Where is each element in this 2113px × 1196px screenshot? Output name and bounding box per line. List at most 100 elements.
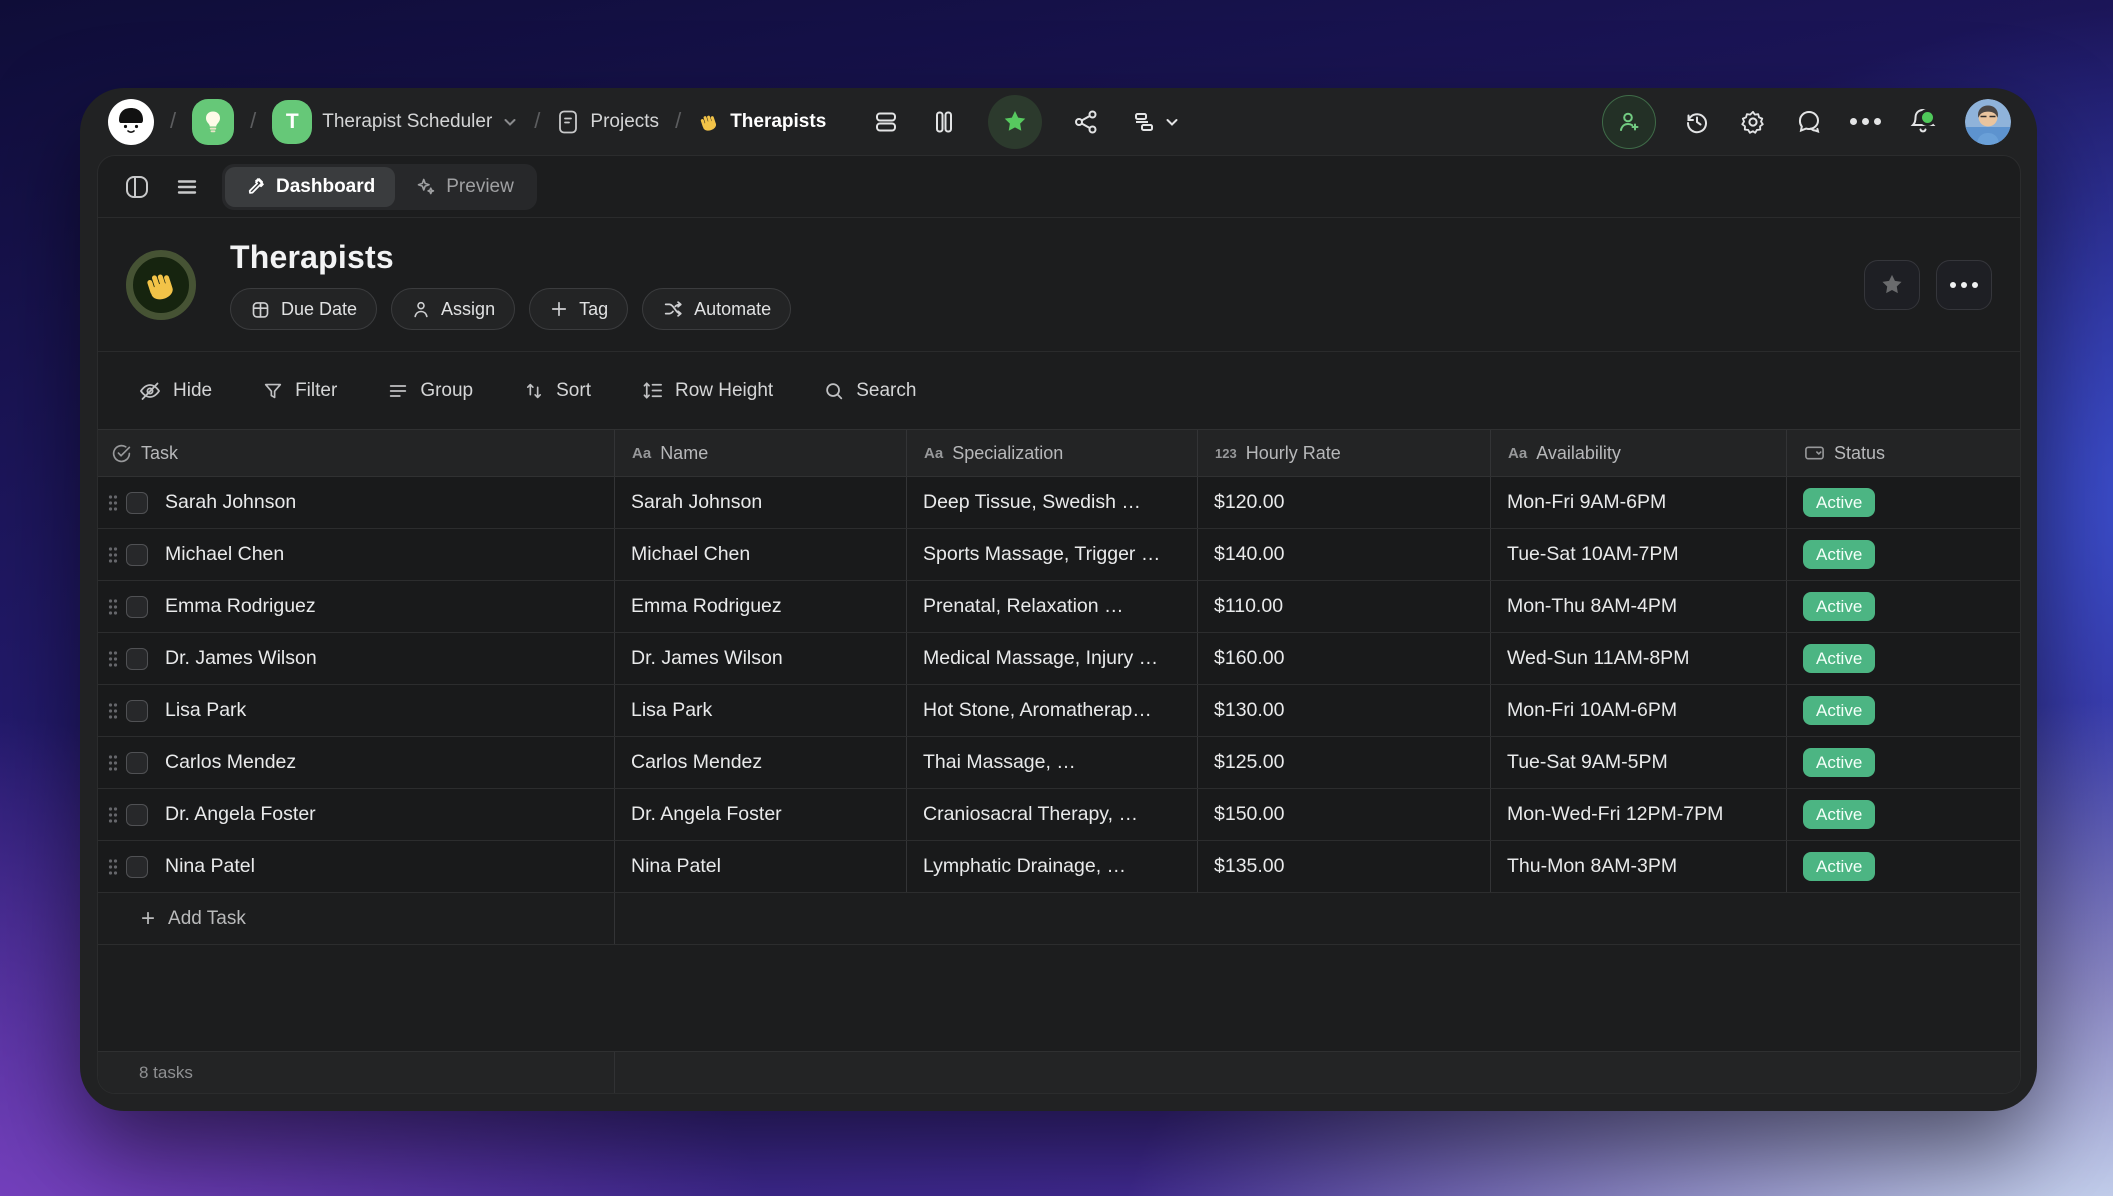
task-cell[interactable]: Emma Rodriguez — [98, 581, 615, 632]
task-cell[interactable]: Lisa Park — [98, 685, 615, 736]
task-checkbox[interactable] — [126, 856, 148, 878]
specialization-cell[interactable]: Deep Tissue, Swedish … — [907, 477, 1198, 528]
task-checkbox[interactable] — [126, 700, 148, 722]
name-cell[interactable]: Lisa Park — [615, 685, 907, 736]
availability-cell[interactable]: Mon-Fri 9AM-6PM — [1491, 477, 1787, 528]
group-button[interactable]: Group — [387, 380, 473, 402]
column-header-availability[interactable]: Aa Availability — [1491, 430, 1787, 476]
task-cell[interactable]: Dr. Angela Foster — [98, 789, 615, 840]
specialization-cell[interactable]: Sports Massage, Trigger … — [907, 529, 1198, 580]
table-row[interactable]: Sarah Johnson Sarah Johnson Deep Tissue,… — [98, 477, 2020, 529]
task-checkbox[interactable] — [126, 648, 148, 670]
status-cell[interactable]: Active — [1787, 477, 2020, 528]
status-cell[interactable]: Active — [1787, 685, 2020, 736]
task-cell[interactable]: Michael Chen — [98, 529, 615, 580]
table-row[interactable]: Michael Chen Michael Chen Sports Massage… — [98, 529, 2020, 581]
drag-handle-icon[interactable] — [106, 805, 120, 825]
add-task-row[interactable]: + Add Task — [98, 893, 2020, 945]
tab-preview[interactable]: Preview — [395, 167, 534, 207]
specialization-cell[interactable]: Craniosacral Therapy, … — [907, 789, 1198, 840]
assign-button[interactable]: Assign — [391, 288, 515, 330]
status-cell[interactable]: Active — [1787, 789, 2020, 840]
specialization-cell[interactable]: Lymphatic Drainage, … — [907, 841, 1198, 892]
filter-button[interactable]: Filter — [262, 380, 337, 402]
status-cell[interactable]: Active — [1787, 737, 2020, 788]
table-row[interactable]: Dr. James Wilson Dr. James Wilson Medica… — [98, 633, 2020, 685]
app-logo[interactable] — [108, 99, 154, 145]
name-cell[interactable]: Emma Rodriguez — [615, 581, 907, 632]
drag-handle-icon[interactable] — [106, 545, 120, 565]
table-row[interactable]: Nina Patel Nina Patel Lymphatic Drainage… — [98, 841, 2020, 893]
column-header-name[interactable]: Aa Name — [615, 430, 907, 476]
columns-layout-icon[interactable] — [930, 108, 958, 136]
task-checkbox[interactable] — [126, 804, 148, 826]
task-checkbox[interactable] — [126, 492, 148, 514]
breadcrumb-workspace[interactable]: T Therapist Scheduler — [272, 100, 518, 144]
specialization-cell[interactable]: Medical Massage, Injury … — [907, 633, 1198, 684]
row-height-button[interactable]: Row Height — [641, 379, 773, 402]
availability-cell[interactable]: Mon-Thu 8AM-4PM — [1491, 581, 1787, 632]
specialization-cell[interactable]: Thai Massage, … — [907, 737, 1198, 788]
availability-cell[interactable]: Mon-Wed-Fri 12PM-7PM — [1491, 789, 1787, 840]
drag-handle-icon[interactable] — [106, 597, 120, 617]
availability-cell[interactable]: Tue-Sat 10AM-7PM — [1491, 529, 1787, 580]
drag-handle-icon[interactable] — [106, 857, 120, 877]
gear-icon[interactable] — [1738, 107, 1768, 137]
chevron-down-icon[interactable] — [502, 114, 518, 130]
drag-handle-icon[interactable] — [106, 753, 120, 773]
task-checkbox[interactable] — [126, 544, 148, 566]
table-row[interactable]: Lisa Park Lisa Park Hot Stone, Aromather… — [98, 685, 2020, 737]
drag-handle-icon[interactable] — [106, 701, 120, 721]
specialization-cell[interactable]: Prenatal, Relaxation … — [907, 581, 1198, 632]
name-cell[interactable]: Carlos Mendez — [615, 737, 907, 788]
availability-cell[interactable]: Mon-Fri 10AM-6PM — [1491, 685, 1787, 736]
task-cell[interactable]: Dr. James Wilson — [98, 633, 615, 684]
toggle-sidebar-icon[interactable] — [122, 172, 152, 202]
rows-layout-icon[interactable] — [872, 108, 900, 136]
name-cell[interactable]: Nina Patel — [615, 841, 907, 892]
breadcrumb-projects[interactable]: Projects — [556, 109, 659, 135]
status-badge[interactable]: Active — [1803, 540, 1875, 569]
favorite-page-button[interactable] — [1864, 260, 1920, 310]
status-cell[interactable]: Active — [1787, 633, 2020, 684]
layout-switcher[interactable] — [1130, 108, 1180, 136]
task-checkbox[interactable] — [126, 596, 148, 618]
column-header-status[interactable]: Status — [1787, 430, 2020, 476]
chat-icon[interactable] — [1794, 107, 1824, 137]
hourly-rate-cell[interactable]: $140.00 — [1198, 529, 1491, 580]
status-badge[interactable]: Active — [1803, 592, 1875, 621]
task-cell[interactable]: Carlos Mendez — [98, 737, 615, 788]
page-more-button[interactable] — [1936, 260, 1992, 310]
availability-cell[interactable]: Wed-Sun 11AM-8PM — [1491, 633, 1787, 684]
status-badge[interactable]: Active — [1803, 696, 1875, 725]
availability-cell[interactable]: Thu-Mon 8AM-3PM — [1491, 841, 1787, 892]
workspace-icon[interactable] — [192, 99, 234, 145]
drag-handle-icon[interactable] — [106, 649, 120, 669]
page-emoji-icon[interactable] — [126, 250, 196, 320]
favorite-view-button[interactable] — [988, 95, 1042, 149]
name-cell[interactable]: Michael Chen — [615, 529, 907, 580]
name-cell[interactable]: Dr. James Wilson — [615, 633, 907, 684]
hourly-rate-cell[interactable]: $120.00 — [1198, 477, 1491, 528]
task-cell[interactable]: Sarah Johnson — [98, 477, 615, 528]
hourly-rate-cell[interactable]: $135.00 — [1198, 841, 1491, 892]
due-date-button[interactable]: Due Date — [230, 288, 377, 330]
status-badge[interactable]: Active — [1803, 644, 1875, 673]
invite-user-button[interactable] — [1602, 95, 1656, 149]
tag-button[interactable]: Tag — [529, 288, 628, 330]
share-icon[interactable] — [1072, 108, 1100, 136]
sort-button[interactable]: Sort — [523, 380, 591, 402]
task-cell[interactable]: Nina Patel — [98, 841, 615, 892]
column-header-hourly-rate[interactable]: 123 Hourly Rate — [1198, 430, 1491, 476]
menu-icon[interactable] — [174, 174, 200, 200]
table-row[interactable]: Emma Rodriguez Emma Rodriguez Prenatal, … — [98, 581, 2020, 633]
notifications-bell[interactable] — [1907, 105, 1939, 139]
tab-dashboard[interactable]: Dashboard — [225, 167, 395, 207]
name-cell[interactable]: Dr. Angela Foster — [615, 789, 907, 840]
hourly-rate-cell[interactable]: $110.00 — [1198, 581, 1491, 632]
status-cell[interactable]: Active — [1787, 529, 2020, 580]
hourly-rate-cell[interactable]: $160.00 — [1198, 633, 1491, 684]
hourly-rate-cell[interactable]: $125.00 — [1198, 737, 1491, 788]
search-button[interactable]: Search — [823, 380, 916, 402]
status-badge[interactable]: Active — [1803, 748, 1875, 777]
